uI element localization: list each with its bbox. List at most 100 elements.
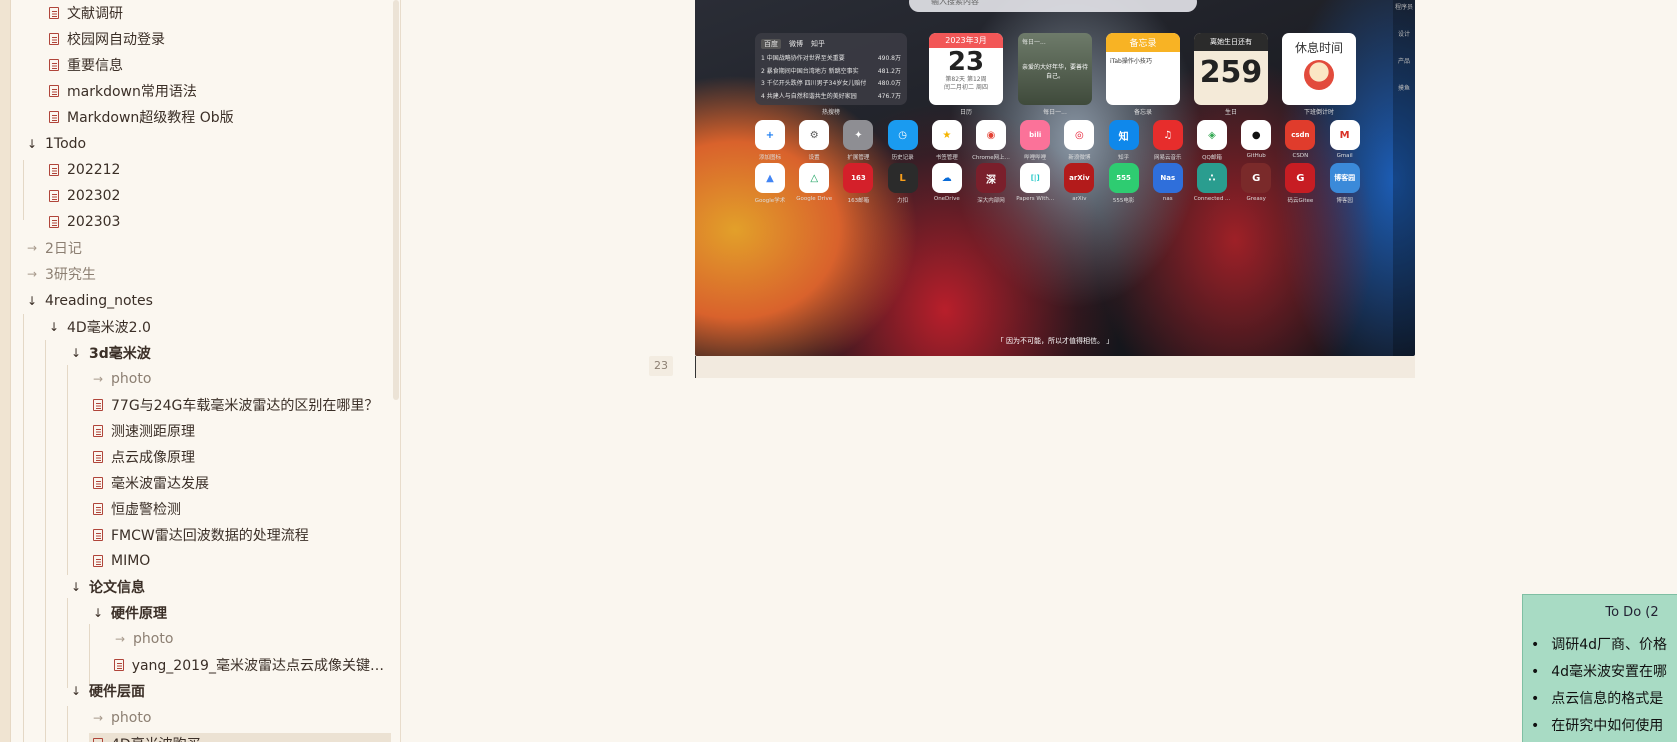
app-shortcut-icon[interactable]: G: [1285, 163, 1316, 193]
arrow-down-icon: ↓: [70, 346, 82, 360]
side-category[interactable]: 设计: [1393, 29, 1415, 38]
tree-indent-guide: [23, 160, 24, 220]
file-item[interactable]: 202212: [45, 159, 391, 181]
app-shortcut-icon[interactable]: 深: [976, 163, 1006, 193]
side-category[interactable]: 产品: [1393, 56, 1415, 65]
tree-item-label: 2日记: [45, 241, 82, 257]
hot-item-text: 2 暴食期间中国台湾地方 新跳空事实: [761, 67, 859, 75]
app-shortcut-icon[interactable]: 555: [1108, 163, 1139, 193]
tree-item-label: 202303: [67, 214, 121, 230]
folder-item[interactable]: ↓ 论文信息: [67, 576, 391, 598]
file-item[interactable]: 测速测距原理: [89, 420, 391, 442]
folder-item[interactable]: → photo: [89, 707, 391, 729]
app-shortcut-icon[interactable]: △: [799, 163, 830, 193]
daily-text: 亲爱的大好年华，要善待自己。: [1022, 64, 1089, 80]
hot-item[interactable]: 2 暴食期间中国台湾地方 新跳空事实 481.2万: [761, 66, 901, 79]
hot-item-text: 3 千亿开头跌停 四川男子34岁女儿赔付: [761, 80, 867, 87]
sidebar-scrollbar[interactable]: [393, 0, 399, 400]
file-item[interactable]: Markdown超级教程 Ob版: [45, 106, 391, 128]
app-shortcut-icon[interactable]: ⚙: [799, 120, 830, 150]
tree-indent-guide: [89, 624, 90, 684]
app-shortcut-label: 555电影: [1112, 198, 1135, 204]
file-item[interactable]: 恒虚警检测: [89, 498, 391, 520]
side-category[interactable]: 程序员: [1393, 2, 1415, 11]
app-shortcut-icon[interactable]: 163: [843, 163, 874, 193]
tree-item-label: 测速测距原理: [111, 424, 195, 440]
app-shortcut-icon[interactable]: ◷: [887, 120, 918, 150]
folder-item[interactable]: → 3研究生: [23, 263, 391, 285]
app-shortcut-label: GitHub: [1246, 153, 1266, 159]
todo-title: To Do (2: [1605, 605, 1659, 620]
app-shortcut-icon[interactable]: arXiv: [1064, 163, 1095, 193]
app-shortcut-icon[interactable]: ◈: [1197, 120, 1227, 150]
app-shortcut-icon[interactable]: ✦: [843, 120, 874, 150]
folder-item[interactable]: → 2日记: [23, 237, 391, 259]
app-shortcut-icon[interactable]: 博客园: [1329, 163, 1360, 193]
document-icon: [45, 111, 63, 123]
app-shortcut-icon[interactable]: +: [755, 120, 785, 150]
app-shortcut-icon[interactable]: ▲: [755, 163, 785, 193]
side-category[interactable]: 摸鱼: [1393, 83, 1415, 92]
file-item[interactable]: 202302: [45, 185, 391, 207]
app-shortcut-icon[interactable]: L: [887, 163, 918, 193]
app-shortcut-icon[interactable]: csdn: [1285, 120, 1316, 150]
app-shortcut-icon[interactable]: ★: [931, 120, 962, 150]
app-shortcut-label: 添加图标: [758, 155, 781, 161]
file-item[interactable]: 重要信息: [45, 54, 391, 76]
file-item[interactable]: 202303: [45, 211, 391, 233]
folder-item[interactable]: ↓ 硬件层面: [67, 680, 391, 702]
arrow-down-icon: ↓: [70, 684, 82, 698]
embedded-screenshot: 输入搜索内容 百度 微博 知乎 1 中国战略协作对世界至关重要 490.8万 2 暴食期…: [695, 0, 1415, 356]
file-item[interactable]: 77G与24G车载毫米波雷达的区别在哪里？: [89, 394, 391, 416]
file-item[interactable]: yang_2019_毫米波雷达点云成像关键技术...: [111, 654, 391, 676]
hot-item[interactable]: 3 千亿开头跌停 四川男子34岁女儿赔付 480.0万: [761, 78, 901, 91]
app-shortcut-icon[interactable]: M: [1329, 120, 1360, 150]
app-shortcut-label: Gmail: [1336, 153, 1353, 159]
file-item[interactable]: 校园网自动登录: [45, 28, 391, 50]
app-shortcut-icon[interactable]: ♫: [1152, 120, 1183, 150]
app-shortcut-label: 深大内部网: [977, 198, 1005, 204]
file-item[interactable]: 4D毫米波购买: [89, 733, 391, 742]
app-shortcut-icon[interactable]: ☁: [931, 163, 962, 193]
app-shortcut-icon[interactable]: [|]: [1020, 163, 1051, 193]
hot-item[interactable]: 4 共建人与自然和谐共生的美好家园 476.7万: [761, 91, 901, 104]
cursor-line[interactable]: [695, 356, 1415, 378]
hot-tab[interactable]: 知乎: [811, 40, 825, 48]
todo-panel: To Do (2 调研4d厂商、价格4d毫米波安置在哪点云信息的格式是在研究中如…: [1522, 594, 1677, 742]
app-shortcut-icon[interactable]: ◎: [1064, 120, 1095, 150]
folder-item[interactable]: ↓ 4reading_notes: [23, 290, 391, 312]
app-shortcut-icon[interactable]: ●: [1241, 120, 1272, 150]
arrow-right-icon: →: [92, 711, 104, 725]
screenshot-search-bar: 输入搜索内容: [909, 0, 1197, 12]
app-shortcut-label: 博客园: [1336, 198, 1353, 204]
app-shortcut-label: arXiv: [1072, 196, 1087, 202]
file-item[interactable]: 毫米波雷达发展: [89, 472, 391, 494]
hot-item[interactable]: 1 中国战略协作对世界至关重要 490.8万: [761, 53, 901, 66]
app-shortcut-icon[interactable]: ◉: [976, 120, 1006, 150]
hot-tab[interactable]: 百度: [761, 39, 781, 49]
folder-item[interactable]: → photo: [89, 368, 391, 390]
app-shortcut-icon[interactable]: ∴: [1197, 163, 1227, 193]
arrow-down-icon: ↓: [70, 580, 82, 594]
folder-item[interactable]: ↓ 3d毫米波: [67, 342, 391, 364]
rest-header: 休息时间: [1294, 41, 1343, 55]
folder-item[interactable]: ↓ 1Todo: [23, 133, 391, 155]
file-item[interactable]: markdown常用语法: [45, 80, 391, 102]
app-shortcut-icon[interactable]: Nas: [1152, 163, 1183, 193]
file-item[interactable]: MIMO: [89, 550, 391, 572]
todo-item: 在研究中如何使用: [1531, 713, 1677, 740]
folder-item[interactable]: ↓ 硬件原理: [89, 602, 391, 624]
file-item[interactable]: 点云成像原理: [89, 446, 391, 468]
tree-item-label: 202212: [67, 162, 121, 178]
file-item[interactable]: FMCW雷达回波数据的处理流程: [89, 524, 391, 546]
app-shortcut-icon[interactable]: G: [1241, 163, 1272, 193]
hot-tab[interactable]: 微博: [789, 40, 803, 48]
tree-item-label: photo: [111, 710, 152, 726]
app-shortcut-icon[interactable]: bili: [1020, 120, 1051, 150]
app-shortcut-icon[interactable]: 知: [1108, 120, 1139, 150]
folder-item[interactable]: ↓ 4D毫米波2.0: [45, 316, 391, 338]
app-shortcut-label: Google学术: [754, 198, 786, 204]
folder-item[interactable]: → photo: [111, 628, 391, 650]
calendar-line2: 闰二月初二 周四: [944, 84, 988, 91]
file-item[interactable]: 文献调研: [45, 2, 391, 24]
